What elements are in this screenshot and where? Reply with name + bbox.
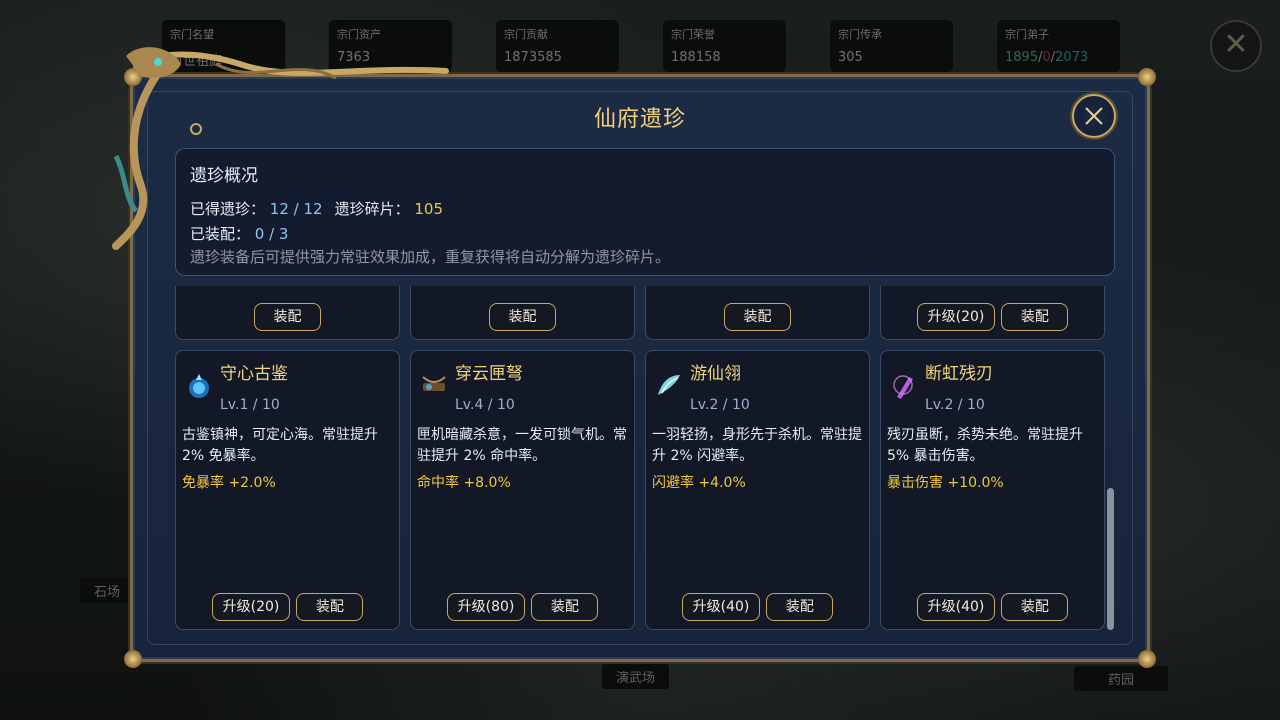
equip-button[interactable]: 装配 <box>531 593 599 621</box>
stat-card-contribution: 宗门贡献 1873585 <box>495 19 620 73</box>
broken-blade-icon <box>893 375 913 399</box>
relic-card-youxian-feather: 游仙翎 Lv.2 / 10 一羽轻扬，身形先于杀机。常驻提升 2% 闪避率。 闪… <box>645 350 870 630</box>
stat-value: 188158 <box>671 50 721 65</box>
relic-name: 守心古鉴 <box>220 364 288 384</box>
equip-button[interactable]: 装配 <box>254 303 321 331</box>
relic-name: 游仙翎 <box>690 364 741 384</box>
button-row: 升级(20) 装配 <box>881 303 1104 331</box>
relic-bonus: 闪避率 +4.0% <box>652 475 746 491</box>
equip-button[interactable]: 装配 <box>296 593 364 621</box>
corner-ornament <box>1138 650 1156 668</box>
relic-name: 断虹残刃 <box>925 364 993 384</box>
fragments-value: 105 <box>414 200 443 218</box>
map-label-stone[interactable]: 石场 <box>80 578 135 603</box>
crossbow-icon <box>422 376 446 391</box>
map-label-arena[interactable]: 演武场 <box>602 664 670 689</box>
close-icon <box>1085 107 1103 125</box>
corner-ornament <box>124 650 142 668</box>
map-label-herb[interactable]: 药园 <box>1074 666 1169 691</box>
stat-value: 1895/0/2073 <box>1005 50 1089 65</box>
stat-value: 305 <box>838 50 863 65</box>
equipped-value: 0 / 3 <box>254 225 289 243</box>
equipped-line: 已装配： 0 / 3 <box>190 223 1100 244</box>
relic-level: Lv.2 / 10 <box>690 397 750 413</box>
button-row: 装配 <box>176 303 399 331</box>
relic-bonus: 命中率 +8.0% <box>417 475 511 491</box>
relic-card-duanhong-blade: 断虹残刃 Lv.2 / 10 残刃虽断，杀势未绝。常驻提升 5% 暴击伤害。 暴… <box>880 350 1105 630</box>
button-row: 升级(40) 装配 <box>881 593 1104 621</box>
upgrade-button[interactable]: 升级(80) <box>446 593 526 621</box>
button-row: 升级(80) 装配 <box>411 593 634 621</box>
upgrade-button[interactable]: 升级(20) <box>211 593 291 621</box>
relic-description: 残刃虽断，杀势未绝。常驻提升 5% 暴击伤害。 <box>887 427 1083 464</box>
relic-description: 一羽轻扬，身形先于杀机。常驻提升 2% 闪避率。 <box>652 427 862 464</box>
obtained-label: 已得遗珍： <box>190 200 266 218</box>
relic-card-partial: 升级(20) 装配 <box>880 286 1105 340</box>
relic-level: Lv.2 / 10 <box>925 397 985 413</box>
stat-label: 宗门荣誉 <box>671 28 715 41</box>
relic-bonus: 免暴率 +2.0% <box>182 475 276 491</box>
scrollbar-thumb[interactable] <box>1107 488 1114 630</box>
upgrade-button[interactable]: 升级(40) <box>916 593 996 621</box>
obtained-line: 已得遗珍： 12 / 12 遗珍碎片： 105 <box>190 198 1100 219</box>
fragments-label: 遗珍碎片： <box>334 200 410 218</box>
equip-button[interactable]: 装配 <box>1001 303 1069 331</box>
upgrade-button[interactable]: 升级(40) <box>681 593 761 621</box>
relic-card-chuanyun-crossbow: 穿云匣弩 Lv.4 / 10 匣机暗藏杀意，一发可锁气机。常驻提升 2% 命中率… <box>410 350 635 630</box>
upgrade-button[interactable]: 升级(20) <box>916 303 996 331</box>
button-row: 升级(40) 装配 <box>646 593 869 621</box>
relic-card-shouxin-mirror: 守心古鉴 Lv.1 / 10 古鉴镇神，可定心海。常驻提升 2% 免暴率。 免暴… <box>175 350 400 630</box>
relic-card-partial: 装配 <box>175 286 400 340</box>
button-row: 升级(20) 装配 <box>176 593 399 621</box>
equip-button[interactable]: 装配 <box>1001 593 1069 621</box>
stat-card-legacy: 宗门传承 305 <box>829 19 954 73</box>
overview-title: 遗珍概况 <box>190 166 258 186</box>
relic-description: 古鉴镇神，可定心海。常驻提升 2% 免暴率。 <box>182 427 378 464</box>
equip-button[interactable]: 装配 <box>766 593 834 621</box>
feather-icon <box>658 375 680 395</box>
equip-button[interactable]: 装配 <box>489 303 556 331</box>
relic-bonus: 暴击伤害 +10.0% <box>887 475 1004 491</box>
button-row: 装配 <box>411 303 634 331</box>
obtained-value: 12 / 12 <box>269 200 323 218</box>
stat-label: 宗门传承 <box>838 28 882 41</box>
relic-level: Lv.4 / 10 <box>455 397 515 413</box>
relic-description: 匣机暗藏杀意，一发可锁气机。常驻提升 2% 命中率。 <box>417 427 627 464</box>
stat-card-honor: 宗门荣誉 188158 <box>662 19 787 73</box>
relic-grid[interactable]: 装配 装配 装配 升级(20) 装配 守心古鉴 Lv.1 / 10 古鉴镇神，可… <box>175 286 1107 631</box>
relic-level: Lv.1 / 10 <box>220 397 280 413</box>
stat-card-disciples: 宗门弟子 1895/0/2073 <box>996 19 1121 73</box>
stat-label: 宗门贡献 <box>504 28 548 41</box>
relic-card-partial: 装配 <box>410 286 635 340</box>
overview-panel: 遗珍概况 已得遗珍： 12 / 12 遗珍碎片： 105 已装配： 0 / 3 遗… <box>175 148 1115 276</box>
overview-description: 遗珍装备后可提供强力常驻效果加成，重复获得将自动分解为遗珍碎片。 <box>190 248 671 266</box>
mirror-icon <box>189 374 209 398</box>
equip-button[interactable]: 装配 <box>724 303 791 331</box>
dialog-close-button[interactable] <box>1072 94 1116 138</box>
background-close-button[interactable]: ✕ <box>1210 20 1262 72</box>
relic-name: 穿云匣弩 <box>455 364 523 384</box>
stat-value: 1873585 <box>504 50 562 65</box>
corner-ornament <box>1138 68 1156 86</box>
stat-label: 宗门弟子 <box>1005 28 1049 41</box>
button-row: 装配 <box>646 303 869 331</box>
equipped-label: 已装配： <box>190 225 251 243</box>
relic-card-partial: 装配 <box>645 286 870 340</box>
